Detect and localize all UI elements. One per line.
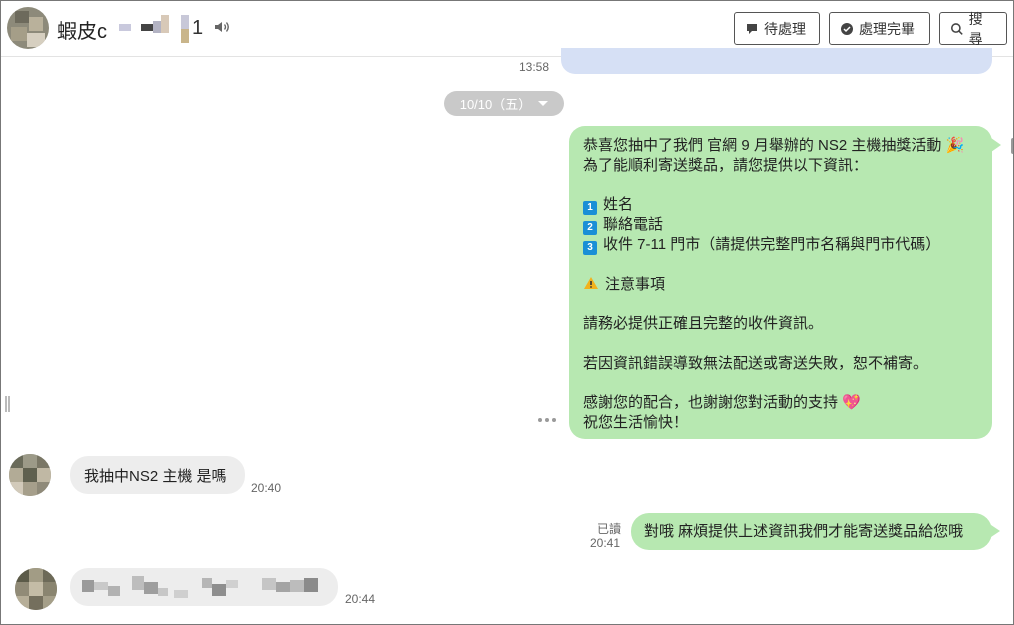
redacted-name-pixels — [101, 15, 201, 45]
redacted-message-bubble — [70, 568, 338, 606]
resize-handle[interactable] — [5, 396, 10, 412]
message-list[interactable]: 13:58 10/10（五） 恭喜您抽中了我們 官網 9 月舉辦的 NS2 主機… — [1, 48, 1013, 624]
announcement-line — [583, 176, 978, 196]
contact-name-suffix: 1 — [192, 17, 204, 39]
announcement-line: 聯絡電話 — [603, 216, 664, 234]
read-status: 已讀 — [597, 522, 622, 536]
check-bubble-icon — [841, 22, 853, 35]
announcement-line: 恭喜您抽中了我們 官網 9 月舉辦的 NS2 主機抽獎活動 🎉 — [583, 137, 965, 154]
announcement-line — [583, 255, 978, 275]
previous-message-bubble — [561, 48, 992, 74]
announcement-line: 為了能順利寄送獎品，請您提供以下資訊： — [583, 156, 869, 174]
done-button[interactable]: 處理完畢 — [829, 12, 930, 45]
warning-icon — [584, 276, 598, 289]
announcement-message-bubble: 恭喜您抽中了我們 官網 9 月舉辦的 NS2 主機抽獎活動 🎉 為了能順利寄送獎… — [569, 126, 1001, 439]
chevron-down-icon — [538, 101, 549, 106]
reply-message-text: 對哦 麻煩提供上述資訊我們才能寄送獎品給您哦 — [644, 522, 964, 540]
reply-message-bubble: 對哦 麻煩提供上述資訊我們才能寄送獎品給您哦 — [631, 513, 1000, 550]
announcement-line — [583, 294, 978, 314]
reply-time: 20:41 — [590, 536, 621, 550]
bubble-tail — [991, 525, 1000, 537]
announcement-list-item: 2 聯絡電話 — [583, 215, 978, 236]
announcement-list-item: 3 收件 7-11 門市（請提供完整門市名稱與門市代碼） — [583, 235, 978, 255]
bubble-tail — [991, 138, 1001, 152]
done-label: 處理完畢 — [859, 20, 915, 37]
announcement-line: 祝您生活愉快！ — [583, 414, 689, 432]
customer-avatar[interactable] — [9, 454, 51, 496]
customer-message-bubble: 我抽中NS2 主機 是嗎 — [70, 456, 245, 494]
previous-message-time: 13:58 — [519, 60, 550, 74]
customer-avatar[interactable] — [15, 568, 57, 610]
announcement-line: 收件 7-11 門市（請提供完整門市名稱與門市代碼） — [603, 235, 941, 253]
contact-avatar[interactable] — [7, 7, 49, 49]
customer-message-text: 我抽中NS2 主機 是嗎 — [84, 467, 227, 485]
date-divider[interactable]: 10/10（五） — [444, 91, 564, 116]
speaker-icon[interactable] — [213, 18, 231, 36]
customer-message-time: 20:40 — [251, 481, 282, 495]
pending-button[interactable]: 待處理 — [734, 12, 820, 45]
search-button[interactable]: 搜尋 — [939, 11, 1007, 47]
number-2-icon: 2 — [583, 221, 597, 236]
announcement-line: 姓名 — [603, 196, 634, 214]
announcement-notice-heading: 注意事項 — [583, 275, 978, 295]
date-divider-label: 10/10（五） — [459, 97, 532, 112]
more-options-icon[interactable] — [538, 418, 556, 422]
announcement-line: 請務必提供正確且完整的收件資訊。 — [583, 315, 824, 333]
number-1-icon: 1 — [583, 201, 597, 216]
announcement-line — [583, 374, 978, 394]
contact-name: 蝦皮c — [57, 21, 107, 43]
number-3-icon: 3 — [583, 240, 597, 255]
customer-message-time: 20:44 — [345, 592, 376, 606]
chat-bubble-icon — [747, 23, 757, 34]
chat-window: 蝦皮c 1 待處理 處理完畢 搜尋 13:58 10/10（五） 恭喜您抽中了我… — [0, 0, 1014, 625]
pending-label: 待處理 — [764, 20, 806, 37]
announcement-line: 注意事項 — [605, 275, 666, 293]
announcement-line — [583, 334, 978, 354]
announcement-line: 感謝您的配合，也謝謝您對活動的支持 💖 — [583, 394, 861, 412]
announcement-line: 若因資訊錯誤導致無法配送或寄送失敗，恕不補寄。 — [583, 354, 929, 372]
search-icon — [950, 22, 963, 35]
search-label: 搜尋 — [968, 10, 983, 47]
announcement-list-item: 1 姓名 — [583, 195, 978, 216]
